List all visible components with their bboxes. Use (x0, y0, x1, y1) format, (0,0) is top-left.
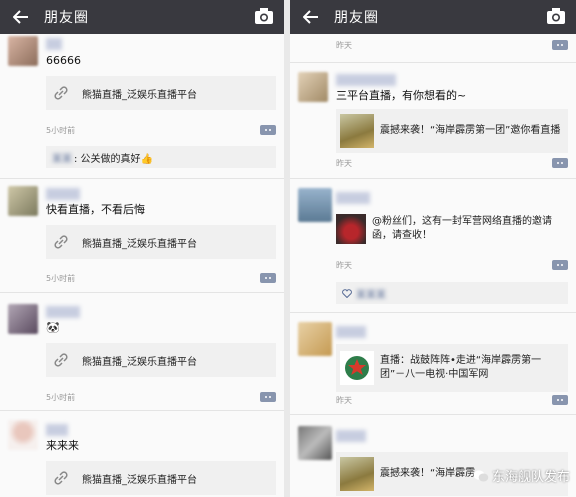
comment-text: : 公关做的真好👍 (74, 153, 153, 165)
share-thumbnail (340, 457, 374, 491)
divider (290, 62, 576, 63)
avatar[interactable] (8, 420, 38, 450)
watermark-text: 东海舰队发布 (491, 470, 570, 485)
avatar[interactable] (8, 36, 38, 66)
page-title: 朋友圈 (44, 10, 89, 26)
post-text: 来来来 (46, 439, 79, 452)
post-text: @粉丝们，这有一封军营网络直播的邀请函，请查收！ (372, 216, 552, 241)
heart-icon (342, 288, 352, 298)
moments-feed: 66666 熊猫直播_泛娱乐直播平台 5小时前 某某 : 公关做的真好👍 快看直… (0, 34, 284, 497)
top-bar: 朋友圈 (0, 0, 284, 34)
share-card[interactable]: 震撼来袭！“海岸霹雳第一团”邀你看直播 (336, 109, 568, 153)
link-title: 熊猫直播_泛娱乐直播平台 (82, 356, 197, 368)
divider (290, 312, 576, 313)
post-time: 5小时前 (46, 393, 76, 402)
more-dots-icon[interactable] (552, 158, 568, 168)
watermark: 东海舰队发布 (473, 466, 570, 485)
camera-icon[interactable] (546, 7, 566, 27)
comment-user[interactable]: 某某 (52, 150, 72, 165)
camera-icon[interactable] (254, 7, 274, 27)
wechat-icon (473, 469, 489, 481)
avatar[interactable] (298, 188, 332, 222)
user-name[interactable] (336, 430, 366, 442)
avatar[interactable] (8, 304, 38, 334)
post-time: 5小时前 (46, 274, 76, 283)
more-dots-icon[interactable] (552, 260, 568, 270)
user-name[interactable] (46, 38, 62, 50)
share-card[interactable]: 直播：战鼓阵阵•走进“海岸霹雳第一团”－八一电视·中国军网 (336, 344, 568, 392)
share-title: 震撼来袭！“海岸霹雳第一团”邀你看直播 (380, 125, 561, 136)
post-time: 昨天 (336, 396, 352, 405)
post-with-image: @粉丝们，这有一封军营网络直播的邀请函，请查收！ (336, 210, 568, 248)
share-title: 直播：战鼓阵阵•走进“海岸霹雳第一团”－八一电视·中国军网 (380, 355, 542, 380)
moments-screen-left: 朋友圈 66666 熊猫直播_泛娱乐直播平台 5小时前 某某 : 公关做的真好👍… (0, 0, 284, 497)
share-thumbnail (340, 114, 374, 148)
link-chain-icon (46, 343, 76, 377)
divider (0, 410, 284, 411)
user-name[interactable] (336, 326, 366, 338)
divider (290, 178, 576, 179)
post-text: 66666 (46, 54, 81, 67)
link-card[interactable]: 熊猫直播_泛娱乐直播平台 (46, 461, 276, 495)
comment[interactable]: 某某 : 公关做的真好👍 (46, 146, 276, 168)
avatar[interactable] (8, 186, 38, 216)
like-user[interactable]: 某某某 (356, 286, 386, 301)
share-thumbnail (340, 351, 374, 385)
post-text: 三平台直播，有你想看的~ (336, 89, 467, 102)
user-name[interactable] (336, 74, 396, 86)
user-name[interactable] (46, 188, 80, 200)
avatar[interactable] (298, 322, 332, 356)
divider (0, 292, 284, 293)
link-title: 熊猫直播_泛娱乐直播平台 (82, 238, 197, 250)
post-text: 🐼 (46, 321, 60, 334)
top-bar: 朋友圈 (290, 0, 576, 34)
avatar[interactable] (298, 426, 332, 460)
post-text: 快看直播，不看后悔 (46, 203, 145, 216)
link-title: 熊猫直播_泛娱乐直播平台 (82, 89, 197, 101)
post-time: 5小时前 (46, 126, 76, 135)
link-card[interactable]: 熊猫直播_泛娱乐直播平台 (46, 225, 276, 259)
user-name[interactable] (46, 424, 68, 436)
share-title: 震撼来袭！“海岸霹雳 (380, 468, 476, 479)
moments-screen-right: 朋友圈 昨天 三平台直播，有你想看的~ 震撼来袭！“海岸霹雳第一团”邀你看直播 … (290, 0, 576, 497)
link-chain-icon (46, 225, 76, 259)
likes-bar: 某某某 (336, 282, 568, 304)
more-dots-icon[interactable] (552, 40, 568, 50)
user-name[interactable] (336, 192, 370, 204)
more-dots-icon[interactable] (260, 125, 276, 135)
divider (290, 414, 576, 415)
back-arrow-icon[interactable] (10, 6, 32, 28)
post-time: 昨天 (336, 159, 352, 168)
moments-feed: 昨天 三平台直播，有你想看的~ 震撼来袭！“海岸霹雳第一团”邀你看直播 昨天 @… (290, 34, 576, 497)
user-name[interactable] (46, 306, 80, 318)
link-card[interactable]: 熊猫直播_泛娱乐直播平台 (46, 343, 276, 377)
more-dots-icon[interactable] (260, 392, 276, 402)
link-chain-icon (46, 461, 76, 495)
divider (0, 178, 284, 179)
post-image[interactable] (336, 214, 366, 244)
more-dots-icon[interactable] (260, 273, 276, 283)
page-title: 朋友圈 (334, 10, 379, 26)
link-card[interactable]: 熊猫直播_泛娱乐直播平台 (46, 76, 276, 110)
avatar[interactable] (298, 72, 328, 102)
link-chain-icon (46, 76, 76, 110)
post-time: 昨天 (336, 41, 352, 50)
more-dots-icon[interactable] (552, 395, 568, 405)
back-arrow-icon[interactable] (300, 6, 322, 28)
post-time: 昨天 (336, 261, 352, 270)
link-title: 熊猫直播_泛娱乐直播平台 (82, 474, 197, 486)
